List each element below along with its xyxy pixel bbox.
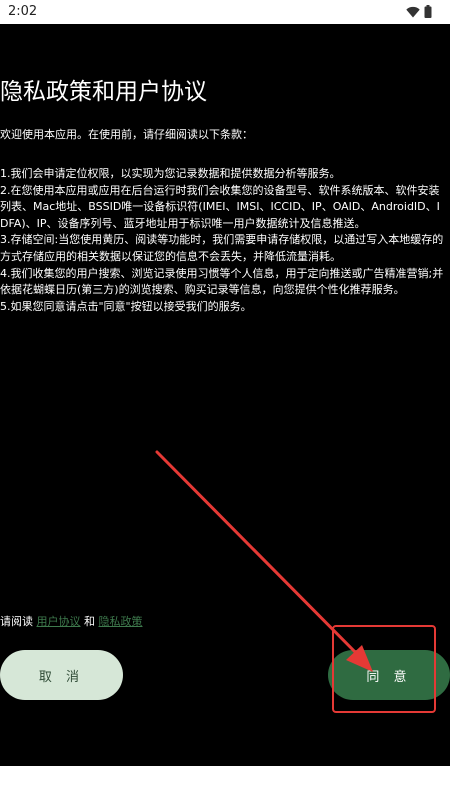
wifi-icon [406,6,420,17]
term-item: 1.我们会申请定位权限，以实现为您记录数据和提供数据分析等服务。 [0,167,341,180]
terms-list: 1.我们会申请定位权限，以实现为您记录数据和提供数据分析等服务。 2.在您使用本… [0,166,448,315]
term-item: 3.存储空间:当您使用黄历、阅读等功能时，我们需要申请存储权限，以通过写入本地缓… [0,233,444,263]
agreement-line: 请阅读 用户协议 和 隐私政策 [0,614,143,630]
battery-icon [424,5,432,18]
status-icons [406,5,432,18]
user-agreement-link[interactable]: 用户协议 [37,615,81,628]
status-time: 2:02 [8,4,38,19]
highlight-box [332,625,436,713]
term-item: 2.在您使用本应用或应用在后台运行时我们会收集您的设备型号、软件系统版本、软件安… [0,183,440,230]
term-item: 5.如果您同意请点击"同意"按钮以接受我们的服务。 [0,299,252,313]
cancel-button[interactable]: 取 消 [0,650,123,700]
privacy-policy-link[interactable]: 隐私政策 [99,615,143,628]
status-bar: 2:02 [0,0,450,24]
agreement-prefix: 请阅读 [0,615,37,628]
agreement-and: 和 [80,615,99,628]
intro-text: 欢迎使用本应用。在使用前，请仔细阅读以下条款： [0,128,253,141]
page-title: 隐私政策和用户协议 [0,79,207,105]
term-item: 4.我们收集您的用户搜索、浏览记录使用习惯等个人信息，用于定向推送或广告精准营销… [0,266,444,297]
navigation-bar [0,766,450,800]
